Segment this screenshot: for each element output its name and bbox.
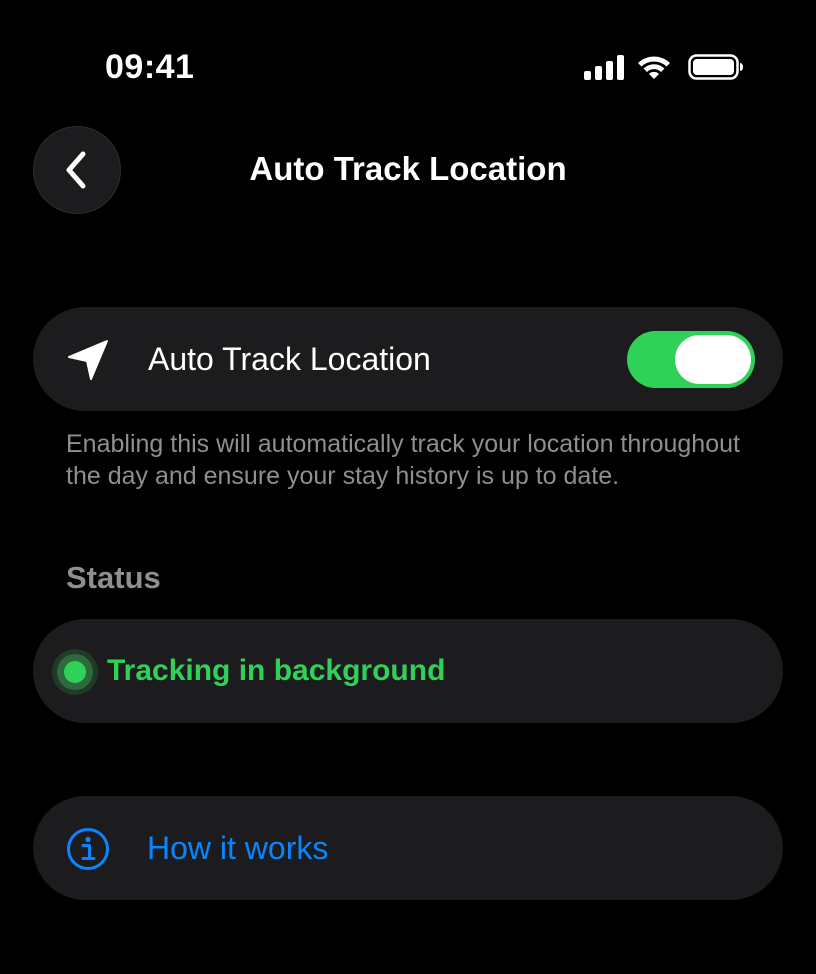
page-title: Auto Track Location	[0, 150, 816, 188]
status-icons	[584, 52, 743, 82]
battery-icon	[688, 54, 743, 80]
status-time: 09:41	[105, 48, 195, 86]
location-arrow-icon	[68, 340, 108, 380]
wifi-icon	[638, 56, 670, 79]
how-it-works-row[interactable]	[33, 796, 783, 900]
auto-track-toggle[interactable]	[627, 331, 755, 388]
status-section-label: Status	[66, 560, 161, 595]
auto-track-settings-screen: 09:41 Auto Track Location Auto Track Loc…	[0, 0, 816, 974]
page-title-text: Auto Track Location	[249, 150, 567, 187]
toggle-knob	[675, 335, 751, 384]
cellular-signal-icon	[584, 54, 626, 80]
status-value: Tracking in background	[107, 654, 446, 687]
status-dot-core	[64, 661, 86, 683]
auto-track-label: Auto Track Location	[148, 341, 431, 377]
status-bar: 09:41	[0, 0, 816, 120]
info-circle-icon	[67, 828, 109, 870]
auto-track-description: Enabling this will automatically track y…	[66, 430, 740, 490]
how-it-works-link[interactable]: How it works	[147, 830, 328, 867]
